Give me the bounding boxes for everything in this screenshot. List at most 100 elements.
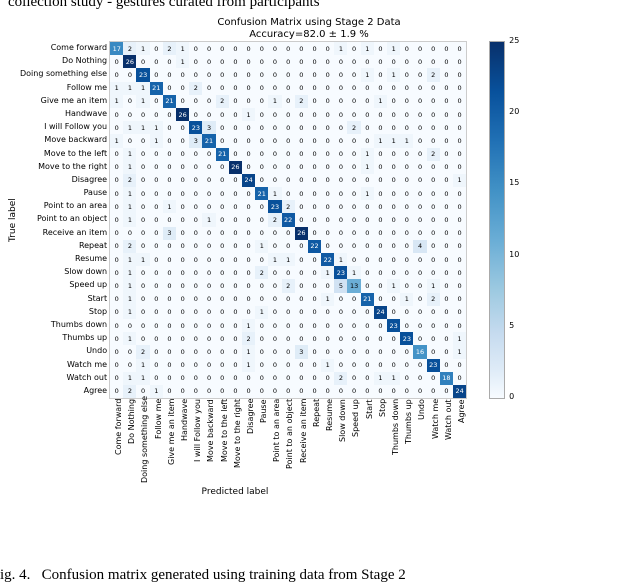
heatmap-cell: 0 (427, 55, 440, 68)
heatmap-cell: 0 (189, 372, 202, 385)
heatmap-cell: 0 (413, 200, 426, 213)
heatmap-cell: 0 (321, 319, 334, 332)
heatmap-cell: 0 (202, 253, 215, 266)
heatmap-cell: 0 (334, 359, 347, 372)
heatmap-cell: 0 (387, 266, 400, 279)
heatmap-cell: 0 (216, 108, 229, 121)
heatmap-cell: 0 (361, 174, 374, 187)
heatmap-cell: 0 (242, 266, 255, 279)
heatmap-cell: 0 (400, 306, 413, 319)
heatmap-cell: 0 (282, 108, 295, 121)
heatmap-cell: 0 (400, 359, 413, 372)
heatmap-cell: 0 (216, 385, 229, 398)
heatmap-cell: 0 (242, 372, 255, 385)
heatmap-cell: 0 (176, 200, 189, 213)
heatmap-cell: 0 (334, 332, 347, 345)
heatmap-cell: 0 (242, 227, 255, 240)
colorbar-tick: 0 (509, 392, 514, 401)
heatmap-cell: 1 (176, 55, 189, 68)
heatmap-cell: 26 (123, 55, 136, 68)
heatmap-cell: 1 (136, 82, 149, 95)
heatmap-cell: 0 (427, 319, 440, 332)
heatmap-cell: 0 (176, 227, 189, 240)
heatmap-cell: 0 (255, 121, 268, 134)
heatmap-cell: 0 (176, 253, 189, 266)
heatmap-cell: 0 (374, 332, 387, 345)
heatmap-cell: 0 (110, 385, 123, 398)
heatmap-cell: 1 (321, 266, 334, 279)
heatmap-cell: 0 (347, 42, 360, 55)
heatmap-cell: 0 (440, 148, 453, 161)
heatmap-cell: 0 (453, 187, 466, 200)
heatmap-cell: 0 (255, 134, 268, 147)
heatmap-cell: 0 (216, 82, 229, 95)
heatmap-cell: 0 (282, 332, 295, 345)
heatmap-cell: 0 (374, 187, 387, 200)
heatmap-cell: 0 (189, 319, 202, 332)
heatmap-cell: 0 (136, 213, 149, 226)
heatmap-cell: 0 (427, 332, 440, 345)
x-tick-label: Undo (417, 399, 430, 485)
heatmap-cell: 0 (334, 108, 347, 121)
heatmap-cell: 0 (347, 55, 360, 68)
x-tick-label: Give me an item (167, 399, 180, 485)
heatmap-cell: 0 (453, 293, 466, 306)
heatmap-cell: 0 (216, 134, 229, 147)
heatmap-cell: 21 (216, 148, 229, 161)
heatmap-cell: 1 (123, 187, 136, 200)
heatmap-cell: 0 (400, 200, 413, 213)
x-tick-label: Pause (259, 399, 272, 485)
heatmap-cell: 24 (374, 306, 387, 319)
heatmap-cell: 0 (308, 253, 321, 266)
heatmap-cell: 0 (136, 161, 149, 174)
heatmap-cell: 0 (229, 372, 242, 385)
heatmap-cell: 0 (295, 68, 308, 81)
heatmap-cell: 0 (282, 95, 295, 108)
heatmap-cell: 0 (347, 213, 360, 226)
heatmap-cell: 0 (334, 68, 347, 81)
heatmap-cell: 0 (216, 293, 229, 306)
heatmap-cell: 0 (440, 42, 453, 55)
heatmap-cell: 0 (295, 279, 308, 292)
heatmap-cell: 0 (361, 359, 374, 372)
heatmap-cell: 2 (123, 42, 136, 55)
heatmap-cell: 0 (136, 108, 149, 121)
heatmap-cell: 0 (400, 213, 413, 226)
heatmap-cell: 0 (255, 200, 268, 213)
heatmap-cell: 2 (282, 200, 295, 213)
heatmap-cell: 0 (110, 279, 123, 292)
heatmap-cell: 0 (308, 161, 321, 174)
heatmap-cell: 0 (413, 266, 426, 279)
heatmap-cell: 2 (123, 240, 136, 253)
heatmap-cell: 0 (453, 68, 466, 81)
y-tick-label: Follow me (67, 81, 107, 94)
heatmap-cell: 0 (268, 134, 281, 147)
chart-title-line1: Confusion Matrix using Stage 2 Data (217, 17, 400, 28)
heatmap-cell: 0 (295, 42, 308, 55)
heatmap-cell: 0 (242, 148, 255, 161)
heatmap-cell: 0 (347, 345, 360, 358)
colorbar-gradient (489, 41, 505, 399)
heatmap-cell: 0 (110, 200, 123, 213)
heatmap-cell: 0 (334, 82, 347, 95)
heatmap-cell: 0 (427, 82, 440, 95)
heatmap-cell: 0 (216, 68, 229, 81)
heatmap-cell: 1 (255, 306, 268, 319)
heatmap-cell: 0 (321, 306, 334, 319)
y-tick-label: Handwave (65, 107, 107, 120)
heatmap-cell: 0 (229, 108, 242, 121)
heatmap-cell: 1 (427, 279, 440, 292)
heatmap-cell: 0 (440, 253, 453, 266)
heatmap-cell: 0 (282, 134, 295, 147)
heatmap-cell: 1 (268, 187, 281, 200)
heatmap-cell: 0 (282, 293, 295, 306)
heatmap-cell: 0 (229, 82, 242, 95)
heatmap-cell: 0 (387, 148, 400, 161)
y-tick-label: Move to the left (44, 147, 107, 160)
heatmap-cell: 0 (150, 187, 163, 200)
heatmap-cell: 0 (282, 319, 295, 332)
heatmap-cell: 1 (163, 200, 176, 213)
heatmap-cell: 0 (347, 187, 360, 200)
heatmap-cell: 0 (295, 174, 308, 187)
heatmap-cell: 0 (229, 319, 242, 332)
